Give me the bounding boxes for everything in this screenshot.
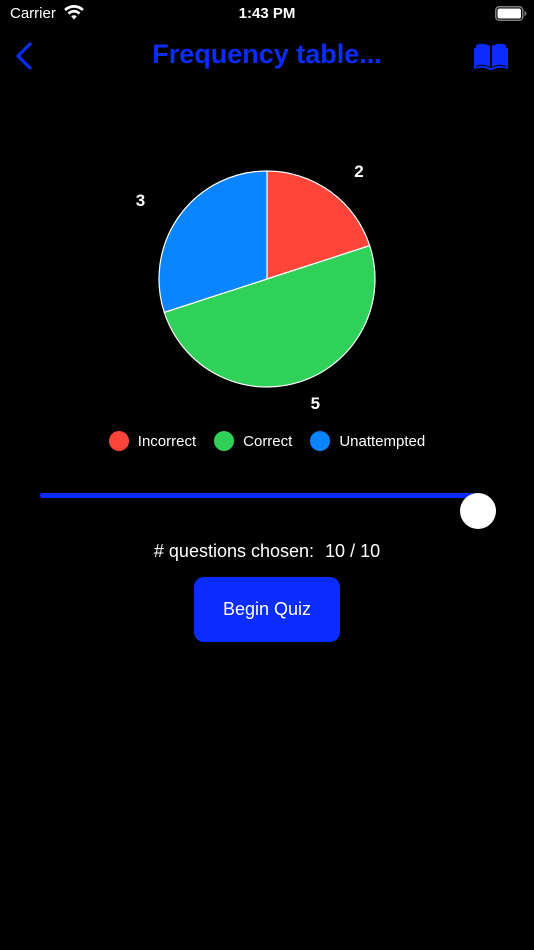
status-time: 1:43 PM	[238, 5, 296, 22]
legend-item-incorrect: Incorrect	[108, 431, 197, 451]
back-button[interactable]	[8, 38, 44, 74]
legend-item-unattempted: Unattempted	[310, 431, 425, 451]
book-open-icon	[474, 43, 508, 70]
navigation-bar: Frequency table...	[0, 30, 534, 80]
question-count-label: # questions chosen:	[153, 541, 315, 561]
chart-legend: Incorrect Correct Unattempted	[0, 430, 534, 452]
begin-quiz-button[interactable]: Begin Quiz	[194, 577, 340, 642]
pie-chart-svg: 2 5 3	[136, 162, 376, 413]
pie-value-label-correct: 5	[311, 394, 320, 413]
legend-label-correct: Correct	[243, 432, 293, 450]
pie-value-label-unattempted: 3	[136, 191, 145, 210]
pie-value-label-incorrect: 2	[354, 162, 363, 181]
legend-label-incorrect: Incorrect	[137, 432, 197, 450]
book-button[interactable]	[472, 40, 510, 72]
slider-fill	[40, 493, 478, 498]
legend-swatch-incorrect	[108, 431, 129, 451]
legend-label-unattempted: Unattempted	[339, 432, 426, 450]
slider-thumb[interactable]	[460, 493, 496, 529]
slider-track	[40, 493, 496, 529]
status-bar: Carrier 1:43 PM	[0, 0, 534, 28]
question-count-text: # questions chosen: 10 / 10	[0, 541, 534, 562]
pie-chart: 2 5 3	[0, 130, 534, 430]
battery-full-icon	[495, 6, 527, 21]
legend-item-correct: Correct	[214, 431, 292, 451]
page-title: Frequency table...	[152, 39, 382, 69]
question-count-slider[interactable]	[40, 478, 496, 529]
legend-swatch-unattempted	[310, 431, 331, 451]
legend-swatch-correct	[214, 431, 235, 451]
question-count-value: 10 / 10	[325, 541, 381, 561]
chevron-left-icon	[16, 42, 32, 70]
